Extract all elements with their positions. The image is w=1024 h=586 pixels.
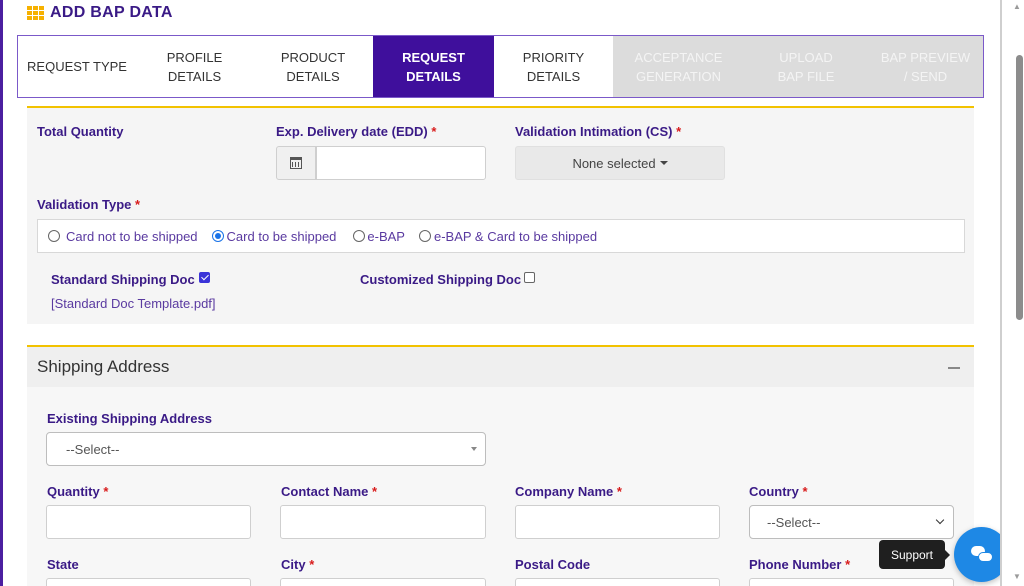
- radio-ebap[interactable]: e-BAP: [353, 229, 405, 244]
- wizard-tabs: REQUEST TYPE PROFILE DETAILS PRODUCT DET…: [17, 35, 984, 98]
- radio-ebap-card-shipped[interactable]: e-BAP & Card to be shipped: [418, 229, 597, 244]
- tab-request-details[interactable]: REQUEST DETAILS: [373, 36, 494, 97]
- phone-number-input[interactable]: [749, 578, 954, 586]
- scrollbar-thumb[interactable]: [1016, 55, 1023, 320]
- page-title: ADD BAP DATA: [50, 4, 173, 21]
- request-details-section: Total Quantity Exp. Delivery date (EDD) …: [27, 106, 974, 324]
- validation-intimation-label: Validation Intimation (CS) *: [515, 124, 682, 139]
- radio-button-selected[interactable]: [211, 230, 224, 242]
- country-label: Country *: [749, 484, 808, 499]
- contact-name-input[interactable]: [280, 505, 486, 539]
- chat-bubbles-icon: [970, 545, 993, 564]
- shipping-address-title: Shipping Address: [37, 357, 170, 376]
- existing-address-label: Existing Shipping Address: [47, 411, 212, 426]
- quantity-input[interactable]: [46, 505, 251, 539]
- calendar-icon: [290, 157, 302, 169]
- page: ADD BAP DATA REQUEST TYPE PROFILE DETAIL…: [0, 0, 1024, 586]
- custom-doc-label: Customized Shipping Doc: [360, 272, 522, 287]
- standard-doc-template-link[interactable]: [Standard Doc Template.pdf]: [51, 296, 216, 311]
- collapse-minus-icon[interactable]: [948, 367, 960, 369]
- city-input[interactable]: [280, 578, 486, 586]
- contact-name-label: Contact Name *: [281, 484, 378, 499]
- calendar-button[interactable]: [276, 146, 316, 180]
- radio-button[interactable]: [353, 230, 366, 242]
- left-accent-bar: [0, 0, 3, 586]
- edd-input[interactable]: [316, 146, 486, 180]
- total-quantity-label: Total Quantity: [37, 124, 124, 139]
- edd-label: Exp. Delivery date (EDD) *: [276, 124, 437, 139]
- state-label: State: [47, 557, 79, 572]
- tab-product-details[interactable]: PRODUCT DETAILS: [253, 36, 373, 97]
- validation-type-radio-group: Card not to be shipped Card to be shippe…: [37, 219, 965, 253]
- validation-type-label: Validation Type *: [37, 197, 141, 212]
- scroll-down-icon[interactable]: ▼: [1013, 572, 1021, 581]
- radio-button[interactable]: [418, 230, 431, 242]
- tab-profile-details[interactable]: PROFILE DETAILS: [136, 36, 253, 97]
- chevron-down-icon: [935, 515, 945, 525]
- validation-intimation-multiselect[interactable]: None selected: [515, 146, 725, 180]
- caret-down-icon: [659, 161, 668, 165]
- shipping-address-section: Shipping Address Existing Shipping Addre…: [27, 345, 974, 586]
- standard-doc-label: Standard Shipping Doc: [51, 272, 195, 287]
- tab-upload-bap-file: UPLOAD BAP FILE: [744, 36, 868, 97]
- tab-request-type[interactable]: REQUEST TYPE: [18, 36, 136, 97]
- phone-number-label: Phone Number *: [749, 557, 851, 572]
- tab-acceptance-generation: ACCEPTANCE GENERATION: [613, 36, 744, 97]
- country-select[interactable]: --Select--: [749, 505, 954, 539]
- radio-card-not-shipped[interactable]: Card not to be shipped: [48, 229, 198, 244]
- custom-doc-checkbox[interactable]: [524, 272, 535, 283]
- city-label: City *: [281, 557, 315, 572]
- company-name-input[interactable]: [515, 505, 720, 539]
- postal-code-input[interactable]: [515, 578, 720, 586]
- standard-doc-checkbox[interactable]: [199, 272, 210, 283]
- scrollbar-divider: [1000, 0, 1002, 586]
- postal-code-label: Postal Code: [515, 557, 591, 572]
- page-header: ADD BAP DATA: [27, 4, 173, 22]
- dropdown-arrow-icon: [471, 447, 477, 451]
- tab-bap-preview-send: BAP PREVIEW / SEND: [868, 36, 983, 97]
- scroll-up-icon[interactable]: ▲: [1013, 2, 1021, 11]
- company-name-label: Company Name *: [515, 484, 622, 499]
- shipping-address-header[interactable]: Shipping Address: [27, 347, 974, 387]
- radio-button[interactable]: [48, 230, 60, 242]
- tab-priority-details[interactable]: PRIORITY DETAILS: [494, 36, 613, 97]
- shipping-address-body: Existing Shipping Address --Select-- Qua…: [27, 387, 974, 586]
- support-tooltip: Support: [879, 540, 950, 569]
- state-input[interactable]: [46, 578, 251, 586]
- radio-card-shipped[interactable]: Card to be shipped: [211, 229, 336, 244]
- quantity-label: Quantity *: [47, 484, 109, 499]
- existing-address-select[interactable]: --Select--: [46, 432, 486, 466]
- grid-icon: [27, 6, 44, 20]
